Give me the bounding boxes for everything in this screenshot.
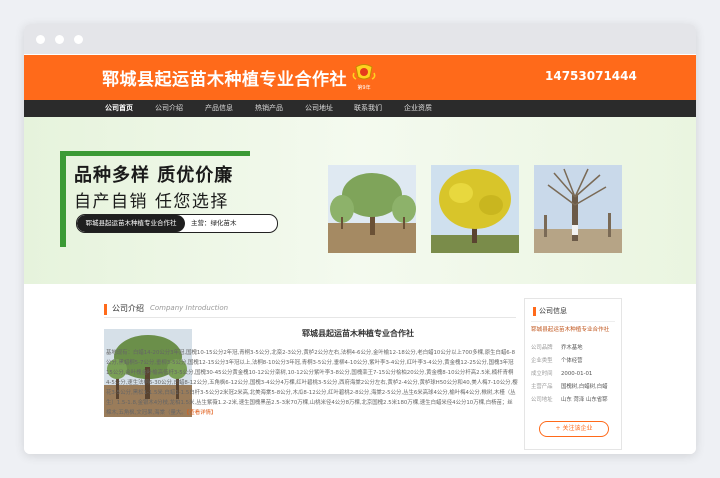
info-key: 企业类型 bbox=[531, 358, 553, 364]
browser-window: 郓城县起运苗木种植专业合作社 第9年 14753071444 公司首页 公司介绍… bbox=[24, 24, 696, 454]
slogan-frame-left bbox=[60, 151, 66, 247]
site-title[interactable]: 郓城县起运苗木种植专业合作社 bbox=[102, 65, 347, 90]
info-value: 2000-01-01 bbox=[561, 371, 593, 377]
nav-item-contact[interactable]: 联系我们 bbox=[354, 103, 382, 113]
main-nav: 公司首页 公司介绍 产品信息 热销产品 公司地址 联系我们 企业资质 bbox=[24, 100, 696, 117]
badge-years: 第9年 bbox=[357, 84, 370, 91]
banner-photo-tree-1 bbox=[328, 165, 416, 253]
nav-item-address[interactable]: 公司地址 bbox=[305, 103, 333, 113]
info-row: 成立时间 2000-01-01 bbox=[531, 369, 592, 377]
site-header: 郓城县起运苗木种植专业合作社 第9年 14753071444 bbox=[24, 55, 696, 100]
follow-company-button[interactable]: + 关注该企业 bbox=[539, 421, 609, 437]
pill-main-business: 主营：绿化苗木 bbox=[191, 219, 237, 227]
info-value: 乔木基地 bbox=[561, 345, 583, 351]
nav-item-about[interactable]: 公司介绍 bbox=[155, 103, 183, 113]
intro-section-title: 公司介绍 bbox=[112, 304, 144, 313]
section-divider bbox=[104, 317, 516, 318]
nav-item-hot-products[interactable]: 热销产品 bbox=[255, 103, 283, 113]
award-badge-icon: 第9年 bbox=[352, 64, 376, 91]
info-value: 国槐树,白蜡树,白蜡 bbox=[561, 384, 608, 390]
company-info-panel: 公司信息 郓城县起运苗木种植专业合作社 公司品牌 乔木基地 企业类型 个体经营 成立… bbox=[524, 298, 622, 450]
info-row: 公司地址 山东 菏泽 山东省郓 bbox=[531, 395, 608, 403]
banner-photo-tree-2 bbox=[431, 165, 519, 253]
info-key: 成立时间 bbox=[531, 371, 553, 377]
info-key: 公司地址 bbox=[531, 397, 553, 403]
info-key: 公司品牌 bbox=[531, 345, 553, 351]
company-pill: 郓城县起运苗木种植专业合作社 主营：绿化苗木 bbox=[76, 214, 278, 233]
read-more-link[interactable]: 【查看详情】 bbox=[187, 410, 217, 416]
info-accent-bar bbox=[533, 307, 536, 316]
intro-company-name: 郓城县起运苗木种植专业合作社 bbox=[302, 329, 414, 338]
window-dot-icon bbox=[36, 35, 45, 44]
slogan-frame-top bbox=[60, 151, 250, 156]
window-titlebar bbox=[24, 24, 696, 54]
info-panel-title: 公司信息 bbox=[539, 307, 567, 315]
phone-number: 14753071444 bbox=[545, 69, 637, 83]
nav-item-home[interactable]: 公司首页 bbox=[105, 103, 133, 113]
info-value: 个体经营 bbox=[561, 358, 583, 364]
info-divider bbox=[531, 321, 615, 322]
info-company-name[interactable]: 郓城县起运苗木种植专业合作社 bbox=[531, 325, 609, 333]
banner-photo-tree-3 bbox=[534, 165, 622, 253]
info-value: 山东 菏泽 山东省郓 bbox=[561, 397, 608, 403]
info-row: 企业类型 个体经营 bbox=[531, 356, 583, 364]
slogan-panel: 品种多样 质优价廉 自产自销 任您选择 郓城县起运苗木种植专业合作社 主营：绿化… bbox=[60, 151, 278, 247]
hero-banner: 品种多样 质优价廉 自产自销 任您选择 郓城县起运苗木种植专业合作社 主营：绿化… bbox=[24, 117, 696, 284]
nav-item-qualifications[interactable]: 企业资质 bbox=[404, 103, 432, 113]
intro-section-subtitle: Company Introduction bbox=[150, 304, 229, 312]
info-row: 主营产品 国槐树,白蜡树,白蜡 bbox=[531, 382, 608, 390]
slogan-line-2: 自产自销 任您选择 bbox=[74, 192, 229, 212]
intro-text-block: 基地现有：白蜡14-20公分3年冠,国槐10-15公分2年冠,青桐3-5公分,北… bbox=[106, 348, 518, 418]
main-content: 公司介绍 Company Introduction 郓城县起运苗木种植专业合作社… bbox=[24, 284, 696, 454]
window-dot-icon bbox=[74, 35, 83, 44]
info-key: 主营产品 bbox=[531, 384, 553, 390]
slogan-line-1: 品种多样 质优价廉 bbox=[74, 165, 234, 186]
intro-text: 基地现有：白蜡14-20公分3年冠,国槐10-15公分2年冠,青桐3-5公分,北… bbox=[106, 350, 518, 416]
pill-company-name: 郓城县起运苗木种植专业合作社 bbox=[77, 215, 185, 232]
info-row: 公司品牌 乔木基地 bbox=[531, 343, 583, 351]
nav-item-products[interactable]: 产品信息 bbox=[205, 103, 233, 113]
window-dot-icon bbox=[55, 35, 64, 44]
section-accent-bar bbox=[104, 304, 107, 315]
